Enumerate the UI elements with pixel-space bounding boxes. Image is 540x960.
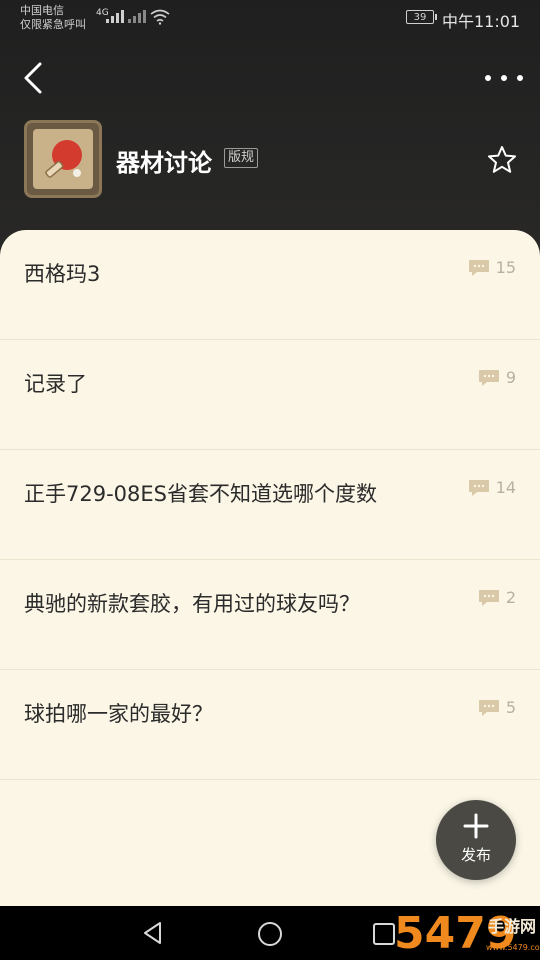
more-options-icon[interactable] <box>482 68 526 88</box>
back-arrow-icon[interactable] <box>18 60 52 96</box>
topic-item[interactable]: 球拍哪一家的最好？ 5 <box>0 670 540 780</box>
status-bar: 中国电信 仅限紧急呼叫 4G 39 中午11:01 <box>0 0 540 38</box>
nav-home-icon[interactable] <box>256 920 284 948</box>
topic-item[interactable]: 正手729-08ES省套不知道选哪个度数 14 <box>0 450 540 560</box>
battery-icon: 39 <box>406 10 437 24</box>
svg-text:手游网: 手游网 <box>488 917 536 936</box>
comment-number: 5 <box>505 698 516 717</box>
comment-count: 14 <box>468 478 516 497</box>
publish-button[interactable]: 发布 <box>436 800 516 880</box>
topic-item[interactable]: 记录了 9 <box>0 340 540 450</box>
topic-title: 典驰的新款套胶，有用过的球友吗？ <box>24 592 360 616</box>
carrier-name: 中国电信 <box>20 4 64 17</box>
nav-back-icon[interactable] <box>140 920 166 946</box>
topic-title: 球拍哪一家的最好？ <box>24 702 213 726</box>
wifi-icon <box>150 9 170 25</box>
signal-icon <box>106 10 124 23</box>
comment-number: 2 <box>505 588 516 607</box>
comment-count: 9 <box>478 368 516 387</box>
comment-count: 15 <box>468 258 516 277</box>
comment-icon <box>478 589 499 606</box>
clock: 中午11:01 <box>442 12 521 31</box>
emergency-only-text: 仅限紧急呼叫 <box>20 18 86 31</box>
rules-badge[interactable]: 版规 <box>224 148 259 168</box>
comment-number: 9 <box>505 368 516 387</box>
topic-item[interactable]: 典驰的新款套胶，有用过的球友吗？ 2 <box>0 560 540 670</box>
signal-icon-2 <box>128 10 146 23</box>
ping-pong-paddle-icon <box>45 140 82 178</box>
topic-title: 西格玛3 <box>24 262 101 286</box>
site-watermark-logo: 5479 手游网 www.5479.com <box>394 908 540 959</box>
carrier-info: 中国电信 仅限紧急呼叫 <box>20 4 86 32</box>
comment-number: 15 <box>495 258 516 277</box>
plus-icon <box>463 813 489 839</box>
topic-item[interactable]: 西格玛3 15 <box>0 230 540 340</box>
favorite-star-icon[interactable] <box>486 144 518 176</box>
publish-label: 发布 <box>460 846 491 864</box>
topic-title: 正手729-08ES省套不知道选哪个度数 <box>24 482 377 506</box>
forum-avatar <box>24 120 102 198</box>
comment-number: 14 <box>495 478 516 497</box>
comment-icon <box>468 479 489 496</box>
comment-icon <box>478 369 499 386</box>
comment-count: 5 <box>478 698 516 717</box>
forum-title: 器材讨论 <box>116 149 212 177</box>
comment-icon <box>468 259 489 276</box>
comment-icon <box>478 699 499 716</box>
topic-title: 记录了 <box>24 372 87 396</box>
svg-text:www.5479.com: www.5479.com <box>486 943 540 952</box>
comment-count: 2 <box>478 588 516 607</box>
